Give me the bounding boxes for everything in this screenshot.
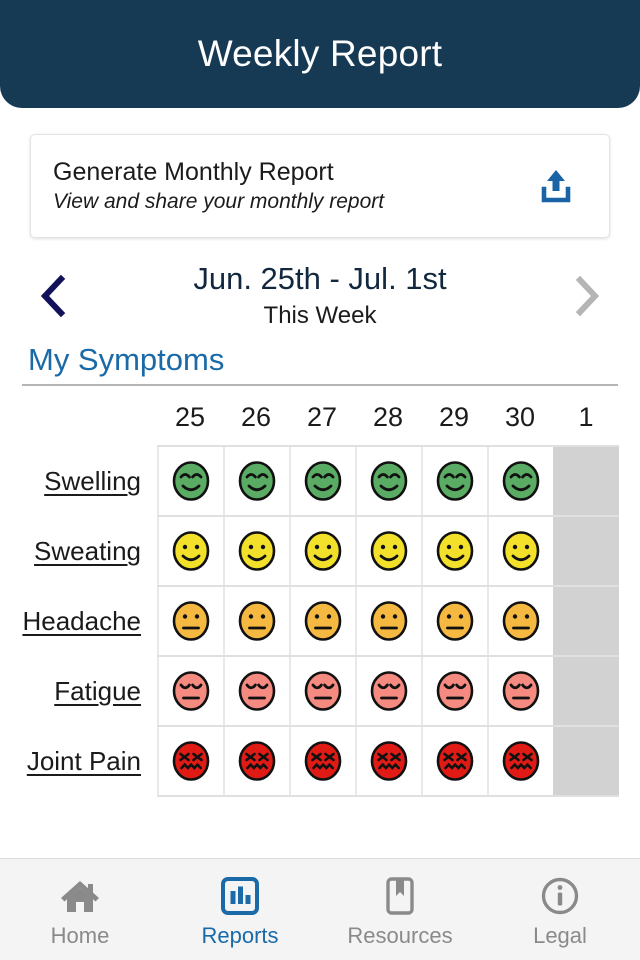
symptom-cell-happy[interactable] <box>421 447 487 516</box>
day-header-30: 30 <box>504 402 536 433</box>
symptom-cell-disabled <box>553 447 619 516</box>
symptom-cell-happy[interactable] <box>157 447 223 516</box>
symptom-grid-body: Swelling Sweating Headache Fatigue Joint Pai… <box>22 445 619 798</box>
symptom-cell-neutral[interactable] <box>289 587 355 656</box>
week-range-label: Jun. 25th - Jul. 1st <box>193 261 447 296</box>
table-row: Fatigue <box>54 655 619 726</box>
day-header-27: 27 <box>306 402 338 433</box>
nav-label: Resources <box>347 922 453 948</box>
symptom-cell-smile[interactable] <box>157 517 223 586</box>
chevron-left-icon[interactable] <box>28 271 78 321</box>
symptom-cell-happy[interactable] <box>355 447 421 516</box>
symptom-label: Joint Pain <box>26 745 141 776</box>
symptom-cell-disabled <box>553 517 619 586</box>
symptom-label: Swelling <box>44 465 141 496</box>
home-icon <box>58 873 102 919</box>
symptom-link-fatigue[interactable]: Fatigue <box>7 657 157 725</box>
symptom-cell-happy[interactable] <box>289 447 355 516</box>
nav-item-home[interactable]: Home <box>0 859 160 960</box>
symptom-grid-day-header: 25 26 27 28 29 30 1 <box>0 404 640 445</box>
symptom-cell-happy[interactable] <box>487 447 553 516</box>
symptom-link-joint-pain[interactable]: Joint Pain <box>7 727 157 795</box>
bottom-navigation: Home Reports Resources Legal <box>0 858 640 960</box>
day-header-1: 1 <box>578 402 594 433</box>
week-navigation: Jun. 25th - Jul. 1st This Week <box>0 261 640 330</box>
day-header-25: 25 <box>174 402 206 433</box>
symptom-cell-neutral[interactable] <box>421 587 487 656</box>
symptom-cell-smile[interactable] <box>223 517 289 586</box>
symptom-cell-tired[interactable] <box>355 657 421 726</box>
symptom-cell-tired[interactable] <box>487 657 553 726</box>
symptom-cell-pain[interactable] <box>223 727 289 796</box>
info-icon <box>538 873 582 919</box>
generate-monthly-report-card[interactable]: Generate Monthly Report View and share y… <box>30 134 610 238</box>
symptom-cell-neutral[interactable] <box>223 587 289 656</box>
symptom-label: Fatigue <box>54 675 141 706</box>
table-row: Sweating <box>34 515 619 586</box>
section-title: My Symptoms <box>28 342 225 378</box>
page-title: Weekly Report <box>197 33 443 74</box>
nav-label: Reports <box>201 922 279 948</box>
book-icon <box>378 873 422 919</box>
symptom-cell-pain[interactable] <box>289 727 355 796</box>
symptom-cell-pain[interactable] <box>421 727 487 796</box>
bar-chart-icon <box>218 873 262 919</box>
symptom-cell-pain[interactable] <box>157 727 223 796</box>
week-relative-label: This Week <box>263 302 377 330</box>
symptom-grid: 25 26 27 28 29 30 1 Swelling Sweating Headache Fa… <box>0 404 640 798</box>
nav-label: Home <box>50 922 110 948</box>
symptom-cell-disabled <box>553 727 619 796</box>
chevron-right-icon[interactable] <box>562 271 612 321</box>
symptom-cell-disabled <box>553 657 619 726</box>
day-header-28: 28 <box>372 402 404 433</box>
symptom-cell-neutral[interactable] <box>355 587 421 656</box>
nav-item-reports[interactable]: Reports <box>160 859 320 960</box>
symptom-cell-tired[interactable] <box>223 657 289 726</box>
symptom-cell-smile[interactable] <box>487 517 553 586</box>
upload-share-icon[interactable] <box>533 163 579 209</box>
generate-report-subtitle: View and share your monthly report <box>53 189 385 213</box>
app-header: Weekly Report <box>0 0 640 108</box>
symptom-link-swelling[interactable]: Swelling <box>7 447 157 515</box>
symptom-cell-tired[interactable] <box>157 657 223 726</box>
symptom-cell-smile[interactable] <box>421 517 487 586</box>
symptom-cell-smile[interactable] <box>355 517 421 586</box>
symptom-cell-pain[interactable] <box>355 727 421 796</box>
symptom-cell-neutral[interactable] <box>157 587 223 656</box>
nav-item-legal[interactable]: Legal <box>480 859 640 960</box>
nav-label: Legal <box>533 922 587 948</box>
section-divider <box>22 384 618 387</box>
table-row: Headache <box>22 585 619 656</box>
symptom-cell-neutral[interactable] <box>487 587 553 656</box>
generate-report-title: Generate Monthly Report <box>53 158 334 187</box>
symptom-label: Headache <box>22 605 141 636</box>
symptom-cell-happy[interactable] <box>223 447 289 516</box>
symptom-cell-disabled <box>553 587 619 656</box>
my-symptoms-section-header: My Symptoms <box>0 342 640 387</box>
table-row: Swelling <box>44 445 619 516</box>
symptom-cell-tired[interactable] <box>421 657 487 726</box>
symptom-cell-smile[interactable] <box>289 517 355 586</box>
symptom-cell-tired[interactable] <box>289 657 355 726</box>
nav-item-resources[interactable]: Resources <box>320 859 480 960</box>
symptom-cell-pain[interactable] <box>487 727 553 796</box>
day-header-29: 29 <box>438 402 470 433</box>
symptom-label: Sweating <box>34 535 141 566</box>
symptom-link-sweating[interactable]: Sweating <box>7 517 157 585</box>
symptom-link-headache[interactable]: Headache <box>7 587 157 655</box>
table-row: Joint Pain <box>27 725 619 798</box>
day-header-26: 26 <box>240 402 272 433</box>
